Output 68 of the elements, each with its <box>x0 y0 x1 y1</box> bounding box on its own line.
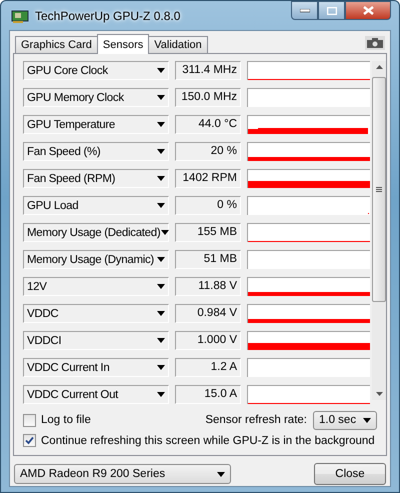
caret-icon <box>157 122 165 127</box>
sensor-dropdown[interactable]: VDDC Current Out <box>23 385 169 404</box>
sensor-value: 15.0 A <box>175 385 241 404</box>
caret-icon <box>157 149 165 154</box>
sensor-value: 1402 RPM <box>175 169 241 188</box>
close-button[interactable]: Close <box>314 463 386 485</box>
sensor-value: 150.0 MHz <box>175 88 241 107</box>
caret-icon <box>217 472 225 476</box>
sensor-value: 11.88 V <box>175 277 241 296</box>
caret-icon <box>157 338 165 343</box>
sensor-value: 51 MB <box>175 250 241 269</box>
minimize-icon <box>300 8 310 12</box>
caret-icon <box>157 392 165 397</box>
sensor-value: 1.2 A <box>175 358 241 377</box>
close-icon <box>362 6 374 15</box>
camera-icon <box>367 38 383 48</box>
checkbox[interactable] <box>23 434 36 447</box>
window-title: TechPowerUp GPU-Z 0.8.0 <box>35 8 180 22</box>
sensor-dropdown[interactable]: GPU Memory Clock <box>23 88 169 107</box>
check-icon <box>25 436 34 445</box>
scroll-down-icon <box>376 392 382 396</box>
caret-icon <box>157 68 165 73</box>
refresh-rate-label: Sensor refresh rate: <box>205 414 307 426</box>
sensor-dropdown[interactable]: GPU Temperature <box>23 115 169 134</box>
sensor-dropdown[interactable]: Fan Speed (%) <box>23 142 169 161</box>
caret-icon <box>157 203 165 208</box>
scrollbar[interactable] <box>372 61 386 400</box>
minimize-button[interactable] <box>291 1 318 20</box>
checkbox[interactable] <box>23 414 36 426</box>
sensor-dropdown[interactable]: GPU Core Clock <box>23 61 169 80</box>
sensor-value: 155 MB <box>175 223 241 242</box>
sensor-dropdown[interactable]: VDDCI <box>23 331 169 350</box>
sensor-dropdown[interactable]: 12V <box>23 277 169 296</box>
camera-button[interactable] <box>365 36 385 50</box>
tab[interactable]: Sensors <box>96 34 150 54</box>
maximize-icon <box>326 6 336 14</box>
sensor-dropdown[interactable]: VDDC <box>23 304 169 323</box>
sensor-dropdown[interactable]: Memory Usage (Dedicated) <box>23 223 169 242</box>
refresh-rate-dropdown[interactable]: 1.0 sec <box>313 410 377 430</box>
caret-icon <box>157 311 165 316</box>
sensor-value: 1.000 V <box>175 331 241 350</box>
sensor-value: 44.0 °C <box>175 115 241 134</box>
sensor-value: 0 % <box>175 196 241 215</box>
checkbox-label: Log to file <box>41 414 91 426</box>
scroll-up-icon <box>376 65 382 69</box>
grip-icon <box>376 187 382 192</box>
sensor-value: 311.4 MHz <box>175 61 241 80</box>
maximize-button[interactable] <box>318 1 345 20</box>
caret-icon <box>157 176 165 181</box>
caret-icon <box>157 365 165 370</box>
sensor-dropdown[interactable]: VDDC Current In <box>23 358 169 377</box>
checkbox-label: Continue refreshing this screen while GPU-Z is in the background <box>41 434 375 446</box>
caret-icon <box>363 418 371 422</box>
sensor-value: 20 % <box>175 142 241 161</box>
sensor-dropdown[interactable]: GPU Load <box>23 196 169 215</box>
tab[interactable]: Graphics Card <box>15 36 98 53</box>
sensor-value: 0.984 V <box>175 304 241 323</box>
gpu-dropdown[interactable]: AMD Radeon R9 200 Series <box>14 464 231 484</box>
sensor-dropdown[interactable]: Memory Usage (Dynamic) <box>23 250 169 269</box>
caret-icon <box>157 95 165 100</box>
close-button[interactable] <box>345 1 391 20</box>
graphics-card-icon <box>11 8 29 22</box>
scroll-thumb[interactable] <box>372 77 386 302</box>
tab[interactable]: Validation <box>148 36 208 53</box>
caret-icon <box>157 257 165 262</box>
caret-icon <box>161 230 170 235</box>
caret-icon <box>157 284 165 289</box>
sensor-dropdown[interactable]: Fan Speed (RPM) <box>23 169 169 188</box>
